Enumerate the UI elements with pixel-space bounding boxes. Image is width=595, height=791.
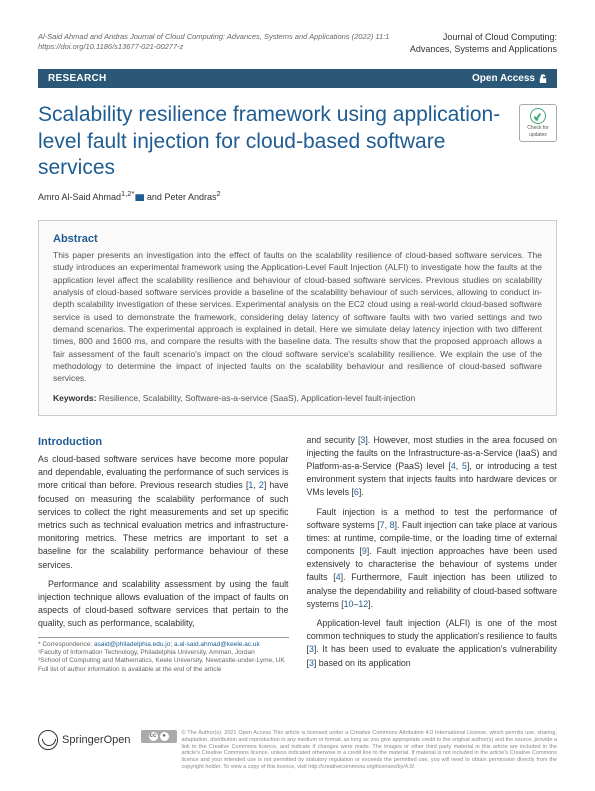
article-title: Scalability resilience framework using a… (38, 102, 509, 181)
open-access-label: Open Access (472, 73, 547, 84)
unlock-icon (539, 74, 547, 84)
intro-p1: As cloud-based software services have be… (38, 453, 289, 572)
col2-p1: and security [3]. However, most studies … (307, 434, 558, 500)
abstract-box: Abstract This paper presents an investig… (38, 220, 557, 415)
affil-1: ¹Faculty of Information Technology, Phil… (38, 649, 255, 656)
intro-heading: Introduction (38, 434, 289, 451)
citation-text: Al-Said Ahmad and Andras Journal of Clou… (38, 32, 389, 41)
research-label: RESEARCH (48, 73, 107, 84)
page-footer: SpringerOpen cc ● © The Author(s). 2021 … (38, 730, 557, 771)
keywords-label: Keywords: (53, 393, 96, 403)
running-header: Al-Said Ahmad and Andras Journal of Clou… (38, 32, 557, 55)
license-text: © The Author(s). 2021 Open Access This a… (182, 730, 558, 771)
article-type-banner: RESEARCH Open Access (38, 69, 557, 88)
publisher-logo: SpringerOpen (38, 730, 131, 750)
author-list: Amro Al-Said Ahmad1,2* and Peter Andras2 (38, 189, 557, 202)
author-1: Amro Al-Said Ahmad (38, 192, 121, 202)
publisher-name: SpringerOpen (62, 734, 131, 746)
abstract-text: This paper presents an investigation int… (53, 249, 542, 384)
col2-p3: Application-level fault injection (ALFI)… (307, 617, 558, 670)
journal-line2: Advances, Systems and Applications (410, 44, 557, 56)
journal-name: Journal of Cloud Computing: Advances, Sy… (410, 32, 557, 55)
correspondence-block: * Correspondence: asaid@philadelphia.edu… (38, 637, 289, 675)
keywords-line: Keywords: Resilience, Scalability, Softw… (53, 393, 542, 403)
author-1-affil: 1,2* (121, 189, 134, 198)
corr-email-1[interactable]: asaid@philadelphia.edu.jo (94, 641, 170, 648)
open-access-text: Open Access (472, 73, 535, 84)
left-column: Introduction As cloud-based software ser… (38, 434, 289, 676)
right-column: and security [3]. However, most studies … (307, 434, 558, 676)
col2-p2: Fault injection is a method to test the … (307, 506, 558, 612)
checkmark-icon (530, 108, 546, 124)
intro-p2: Performance and scalability assessment b… (38, 578, 289, 631)
author-and: and (144, 192, 164, 202)
ref-10[interactable]: 10 (344, 599, 354, 609)
author-2: Peter Andras (164, 192, 216, 202)
envelope-icon (135, 194, 144, 201)
journal-line1: Journal of Cloud Computing: (410, 32, 557, 44)
citation-block: Al-Said Ahmad and Andras Journal of Clou… (38, 32, 410, 52)
crossmark-badge[interactable]: Check for updates (519, 104, 557, 142)
springer-horse-icon (38, 730, 58, 750)
affil-2: ²School of Computing and Mathematics, Ke… (38, 657, 285, 664)
body-columns: Introduction As cloud-based software ser… (38, 434, 557, 676)
author-2-affil: 2 (216, 189, 220, 198)
crossmark-line2: updates (529, 132, 547, 138)
ref-12[interactable]: 12 (358, 599, 368, 609)
keywords-text: Resilience, Scalability, Software-as-a-s… (96, 393, 415, 403)
cc-icon: cc (149, 732, 158, 741)
corr-email-2[interactable]: a.al-said.ahmad@keele.ac.uk (174, 641, 260, 648)
doi-text: https://doi.org/10.1186/s13677-021-00277… (38, 42, 183, 51)
cc-by-badge: cc ● (141, 730, 177, 743)
affil-note: Full list of author information is avail… (38, 666, 222, 673)
crossmark-line1: Check for (527, 125, 548, 131)
abstract-heading: Abstract (53, 233, 542, 245)
by-icon: ● (160, 732, 169, 741)
license-block: cc ● © The Author(s). 2021 Open Access T… (141, 730, 558, 771)
